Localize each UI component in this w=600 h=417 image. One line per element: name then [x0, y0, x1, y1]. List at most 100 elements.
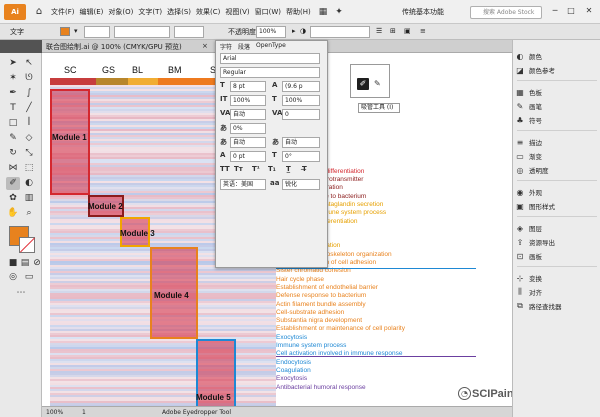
- panel-transparency[interactable]: ◎ 透明度: [515, 164, 549, 176]
- align-icon[interactable]: ☰: [376, 27, 382, 35]
- menu-help[interactable]: 帮助(H): [286, 7, 311, 17]
- blend-tool-icon[interactable]: ◐: [22, 177, 36, 190]
- line-tool-icon[interactable]: ╱: [22, 102, 36, 115]
- pen-tool-icon[interactable]: ✒: [6, 87, 20, 100]
- artboard-number[interactable]: 1: [82, 409, 86, 416]
- stroke-field[interactable]: [84, 26, 110, 38]
- superscript-icon[interactable]: T¹: [252, 165, 260, 173]
- zoom-tool-icon[interactable]: ⌕: [22, 207, 36, 220]
- kerning-field[interactable]: 自动: [230, 109, 266, 120]
- language-field[interactable]: 英语：美国: [220, 179, 266, 190]
- menu-edit[interactable]: 编辑(E): [80, 7, 104, 17]
- leading-field[interactable]: (9.6 p: [282, 81, 320, 92]
- panel-symbols[interactable]: ♣ 符号: [515, 114, 542, 126]
- font-family-field[interactable]: Arial: [220, 53, 320, 64]
- eraser-tool-icon[interactable]: ◇: [22, 132, 36, 145]
- all-caps-icon[interactable]: TT: [220, 165, 230, 173]
- aki-left-field[interactable]: 自动: [230, 137, 266, 148]
- menu-effect[interactable]: 效果(C): [196, 7, 220, 17]
- graph-tool-icon[interactable]: ▥: [22, 192, 36, 205]
- close-icon[interactable]: ✕: [582, 4, 596, 18]
- eyedropper-icon[interactable]: ✐: [357, 78, 369, 90]
- panel-align[interactable]: ⫼ 对齐: [515, 286, 542, 298]
- rotate-tool-icon[interactable]: ↻: [6, 147, 20, 160]
- stock-search-input[interactable]: 搜索 Adobe Stock: [470, 6, 542, 19]
- tab-opentype[interactable]: OpenType: [256, 42, 286, 49]
- type-tool-icon[interactable]: T: [6, 102, 20, 115]
- direct-selection-tool-icon[interactable]: ↖: [22, 57, 36, 70]
- panel-brushes[interactable]: ✎ 画笔: [515, 100, 542, 112]
- transform-icon[interactable]: ⊞: [390, 27, 396, 35]
- width-tool-icon[interactable]: ⋈: [6, 162, 20, 175]
- panel-pathfinder[interactable]: ⧉ 路径查找器: [515, 300, 561, 312]
- panel-transform[interactable]: ⊹ 变换: [515, 272, 542, 284]
- maximize-icon[interactable]: □: [564, 4, 578, 18]
- magic-wand-tool-icon[interactable]: ✶: [6, 72, 20, 85]
- measure-icon[interactable]: ✎: [374, 79, 381, 88]
- minimize-icon[interactable]: ─: [548, 4, 562, 18]
- paintbrush-tool-icon[interactable]: ꟾ: [22, 117, 36, 130]
- panel-stroke[interactable]: ≡ 描边: [515, 136, 542, 148]
- menu-type[interactable]: 文字(T): [138, 7, 162, 17]
- rotation-field[interactable]: 0°: [282, 151, 320, 162]
- menu-window[interactable]: 窗口(W): [255, 7, 281, 17]
- opacity-arrow-icon[interactable]: ▸: [292, 27, 296, 35]
- panel-graphic-styles[interactable]: ▣ 图形样式: [515, 200, 555, 212]
- tab-paragraph[interactable]: 段落: [238, 42, 250, 51]
- variable-width-field[interactable]: [174, 26, 204, 38]
- eyedropper-tool-icon[interactable]: ✐: [6, 177, 20, 190]
- strikethrough-icon[interactable]: T̶: [302, 165, 307, 173]
- fill-swatch[interactable]: [60, 27, 70, 36]
- curvature-tool-icon[interactable]: ∫: [22, 87, 36, 100]
- panel-layers[interactable]: ◈ 图层: [515, 222, 542, 234]
- rectangle-tool-icon[interactable]: □: [6, 117, 20, 130]
- tab-character[interactable]: 字符: [220, 42, 232, 51]
- anti-aliasing-field[interactable]: 锐化: [282, 179, 320, 190]
- symbol-sprayer-tool-icon[interactable]: ✿: [6, 192, 20, 205]
- isolate-icon[interactable]: ▣: [404, 27, 411, 35]
- scale-tool-icon[interactable]: ⤡: [22, 147, 36, 160]
- style-field[interactable]: [310, 26, 370, 38]
- menu-file[interactable]: 文件(F): [51, 7, 75, 17]
- workspace-switcher[interactable]: 传统基本功能: [402, 7, 444, 17]
- selection-tool-icon[interactable]: ➤: [6, 57, 20, 70]
- lasso-tool-icon[interactable]: ᘎ: [22, 72, 36, 85]
- panel-swatches[interactable]: ▦ 色板: [515, 86, 542, 98]
- arrange-documents-icon[interactable]: ▦: [319, 7, 328, 17]
- recolor-icon[interactable]: ◑: [300, 27, 306, 35]
- tracking-field[interactable]: 0: [282, 109, 320, 120]
- panel-gradient[interactable]: ▭ 渐变: [515, 150, 542, 162]
- close-tab-icon[interactable]: ×: [202, 42, 208, 50]
- home-icon[interactable]: ⌂: [32, 6, 46, 17]
- panel-color[interactable]: ◐ 颜色: [515, 50, 543, 62]
- panel-appearance[interactable]: ◉ 外观: [515, 186, 543, 198]
- hand-tool-icon[interactable]: ✋: [6, 207, 20, 220]
- small-caps-icon[interactable]: Tт: [234, 165, 243, 173]
- stroke-weight-field[interactable]: [114, 26, 170, 38]
- baseline-shift-field[interactable]: 0 pt: [230, 151, 266, 162]
- more-tools-icon[interactable]: ⋯: [14, 287, 28, 300]
- menu-select[interactable]: 选择(S): [167, 7, 191, 17]
- menu-object[interactable]: 对象(O): [108, 7, 133, 17]
- screen-mode-icon[interactable]: ▭: [22, 271, 36, 284]
- subscript-icon[interactable]: T₁: [268, 165, 276, 173]
- tsume-field[interactable]: 0%: [230, 123, 266, 134]
- panel-color-guide[interactable]: ◪ 颜色参考: [515, 64, 555, 76]
- horizontal-scale-field[interactable]: 100%: [282, 95, 320, 106]
- free-transform-tool-icon[interactable]: ⬚: [22, 162, 36, 175]
- font-size-field[interactable]: 8 pt: [230, 81, 266, 92]
- underline-icon[interactable]: T̲: [286, 165, 291, 173]
- options-icon[interactable]: ≡: [420, 27, 426, 35]
- vertical-scale-field[interactable]: 100%: [230, 95, 266, 106]
- shaper-tool-icon[interactable]: ✎: [6, 132, 20, 145]
- panel-artboards[interactable]: ⊡ 画板: [515, 250, 542, 262]
- bridge-icon[interactable]: ✦: [335, 7, 343, 17]
- panel-asset-export[interactable]: ⇪ 资源导出: [515, 236, 555, 248]
- font-style-field[interactable]: Regular: [220, 67, 320, 78]
- opacity-field[interactable]: 100%: [256, 26, 286, 38]
- zoom-level[interactable]: 100%: [46, 409, 63, 416]
- stroke-color-swatch[interactable]: [19, 237, 35, 253]
- fill-dropdown-icon[interactable]: ▾: [74, 27, 78, 35]
- menu-view[interactable]: 视图(V): [225, 7, 249, 17]
- draw-mode-icon[interactable]: ◎: [6, 271, 20, 284]
